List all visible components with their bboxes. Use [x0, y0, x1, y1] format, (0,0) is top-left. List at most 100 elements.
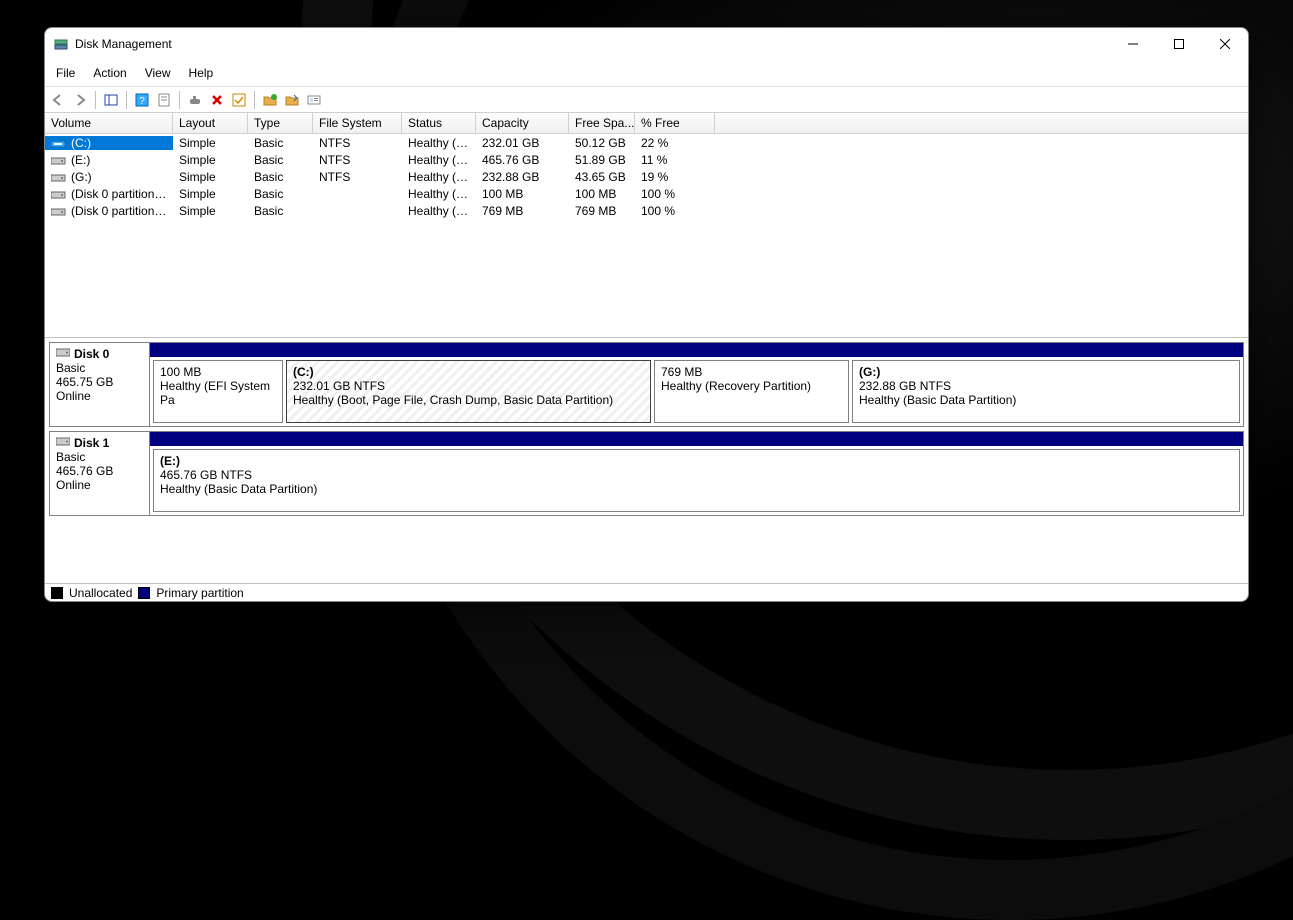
- partition-status: Healthy (Recovery Partition): [661, 379, 842, 393]
- maximize-button[interactable]: [1156, 28, 1202, 60]
- col-free[interactable]: Free Spa...: [569, 113, 635, 133]
- drive-icon: [51, 138, 67, 148]
- cell-free: 51.89 GB: [569, 153, 635, 167]
- settings-button[interactable]: [305, 91, 323, 109]
- disk-state: Online: [56, 478, 143, 492]
- cell-pct: 11 %: [635, 153, 715, 167]
- graphical-view: Disk 0Basic465.75 GBOnline100 MBHealthy …: [45, 338, 1248, 583]
- cell-layout: Simple: [173, 153, 248, 167]
- cell-status: Healthy (B...: [402, 153, 476, 167]
- legend-label-primary: Primary partition: [156, 586, 243, 600]
- titlebar[interactable]: Disk Management: [45, 28, 1248, 60]
- cell-type: Basic: [248, 136, 313, 150]
- partition-title: (E:): [160, 454, 1233, 468]
- col-volume[interactable]: Volume: [45, 113, 173, 133]
- explore-button[interactable]: [283, 91, 301, 109]
- col-pct[interactable]: % Free: [635, 113, 715, 133]
- partition-box[interactable]: (C:)232.01 GB NTFSHealthy (Boot, Page Fi…: [286, 360, 651, 423]
- primary-partition-bar: [150, 343, 1243, 357]
- partition-title: (C:): [293, 365, 644, 379]
- table-header: Volume Layout Type File System Status Ca…: [45, 113, 1248, 134]
- disk-partitions: (E:)465.76 GB NTFSHealthy (Basic Data Pa…: [150, 432, 1243, 515]
- table-row[interactable]: (C:) SimpleBasicNTFSHealthy (B...232.01 G…: [45, 134, 1248, 151]
- window-title: Disk Management: [75, 37, 172, 51]
- minimize-button[interactable]: [1110, 28, 1156, 60]
- drive-icon: [51, 172, 67, 182]
- toolbar-separator: [95, 91, 96, 109]
- cell-type: Basic: [248, 204, 313, 218]
- cell-status: Healthy (B...: [402, 170, 476, 184]
- disk-name: Disk 1: [74, 436, 109, 450]
- forward-button[interactable]: [71, 91, 89, 109]
- col-fs[interactable]: File System: [313, 113, 402, 133]
- cell-pct: 22 %: [635, 136, 715, 150]
- drive-icon: [51, 155, 67, 165]
- volume-name: (Disk 0 partition 4): [71, 204, 168, 218]
- cell-layout: Simple: [173, 136, 248, 150]
- check-button[interactable]: [230, 91, 248, 109]
- legend-label-unallocated: Unallocated: [69, 586, 132, 600]
- partition-box[interactable]: (G:)232.88 GB NTFSHealthy (Basic Data Pa…: [852, 360, 1240, 423]
- partition-title: (G:): [859, 365, 1233, 379]
- table-row[interactable]: (E:)SimpleBasicNTFSHealthy (B...465.76 G…: [45, 151, 1248, 168]
- volume-list: Volume Layout Type File System Status Ca…: [45, 113, 1248, 338]
- menu-file[interactable]: File: [47, 62, 84, 84]
- table-row[interactable]: (G:)SimpleBasicNTFSHealthy (B...232.88 G…: [45, 168, 1248, 185]
- disk-type: Basic: [56, 450, 143, 464]
- new-folder-button[interactable]: [261, 91, 279, 109]
- partition-size: 232.88 GB NTFS: [859, 379, 1233, 393]
- menu-action[interactable]: Action: [84, 62, 135, 84]
- partition-status: Healthy (Basic Data Partition): [160, 482, 1233, 496]
- cell-status: Healthy (E...: [402, 187, 476, 201]
- disk-row: Disk 0Basic465.75 GBOnline100 MBHealthy …: [49, 342, 1244, 427]
- cell-free: 769 MB: [569, 204, 635, 218]
- cell-pct: 100 %: [635, 187, 715, 201]
- toolbar: ?: [45, 87, 1248, 113]
- partition-box[interactable]: 100 MBHealthy (EFI System Pa: [153, 360, 283, 423]
- table-row[interactable]: (Disk 0 partition 4)SimpleBasicHealthy (…: [45, 202, 1248, 219]
- show-hide-console-tree-button[interactable]: [102, 91, 120, 109]
- col-capacity[interactable]: Capacity: [476, 113, 569, 133]
- properties-button[interactable]: [155, 91, 173, 109]
- col-status[interactable]: Status: [402, 113, 476, 133]
- disk-label[interactable]: Disk 1Basic465.76 GBOnline: [50, 432, 150, 515]
- volume-name: (Disk 0 partition 1): [71, 187, 168, 201]
- cell-type: Basic: [248, 187, 313, 201]
- back-button[interactable]: [49, 91, 67, 109]
- help-button[interactable]: ?: [133, 91, 151, 109]
- disk-type: Basic: [56, 361, 143, 375]
- volume-name: (G:): [71, 170, 92, 184]
- menu-help[interactable]: Help: [180, 62, 223, 84]
- disk-management-window: Disk Management File Action View Help ? …: [44, 27, 1249, 602]
- cell-capacity: 769 MB: [476, 204, 569, 218]
- volume-name: (C:): [71, 136, 91, 150]
- table-row[interactable]: (Disk 0 partition 1)SimpleBasicHealthy (…: [45, 185, 1248, 202]
- close-button[interactable]: [1202, 28, 1248, 60]
- disk-size: 465.75 GB: [56, 375, 143, 389]
- menubar: File Action View Help: [45, 60, 1248, 87]
- col-type[interactable]: Type: [248, 113, 313, 133]
- cell-free: 100 MB: [569, 187, 635, 201]
- cell-status: Healthy (R...: [402, 204, 476, 218]
- cell-type: Basic: [248, 170, 313, 184]
- partition-box[interactable]: 769 MBHealthy (Recovery Partition): [654, 360, 849, 423]
- partition-box[interactable]: (E:)465.76 GB NTFSHealthy (Basic Data Pa…: [153, 449, 1240, 512]
- delete-button[interactable]: [208, 91, 226, 109]
- refresh-button[interactable]: [186, 91, 204, 109]
- cell-capacity: 232.01 GB: [476, 136, 569, 150]
- partition-status: Healthy (EFI System Pa: [160, 379, 276, 407]
- cell-capacity: 232.88 GB: [476, 170, 569, 184]
- cell-pct: 100 %: [635, 204, 715, 218]
- legend-swatch-primary: [138, 587, 150, 599]
- disk-label[interactable]: Disk 0Basic465.75 GBOnline: [50, 343, 150, 426]
- cell-status: Healthy (B...: [402, 136, 476, 150]
- cell-free: 43.65 GB: [569, 170, 635, 184]
- cell-fs: NTFS: [313, 136, 402, 150]
- col-spacer: [715, 113, 1248, 133]
- toolbar-separator: [126, 91, 127, 109]
- cell-fs: NTFS: [313, 153, 402, 167]
- partition-status: Healthy (Boot, Page File, Crash Dump, Ba…: [293, 393, 644, 407]
- primary-partition-bar: [150, 432, 1243, 446]
- menu-view[interactable]: View: [136, 62, 180, 84]
- col-layout[interactable]: Layout: [173, 113, 248, 133]
